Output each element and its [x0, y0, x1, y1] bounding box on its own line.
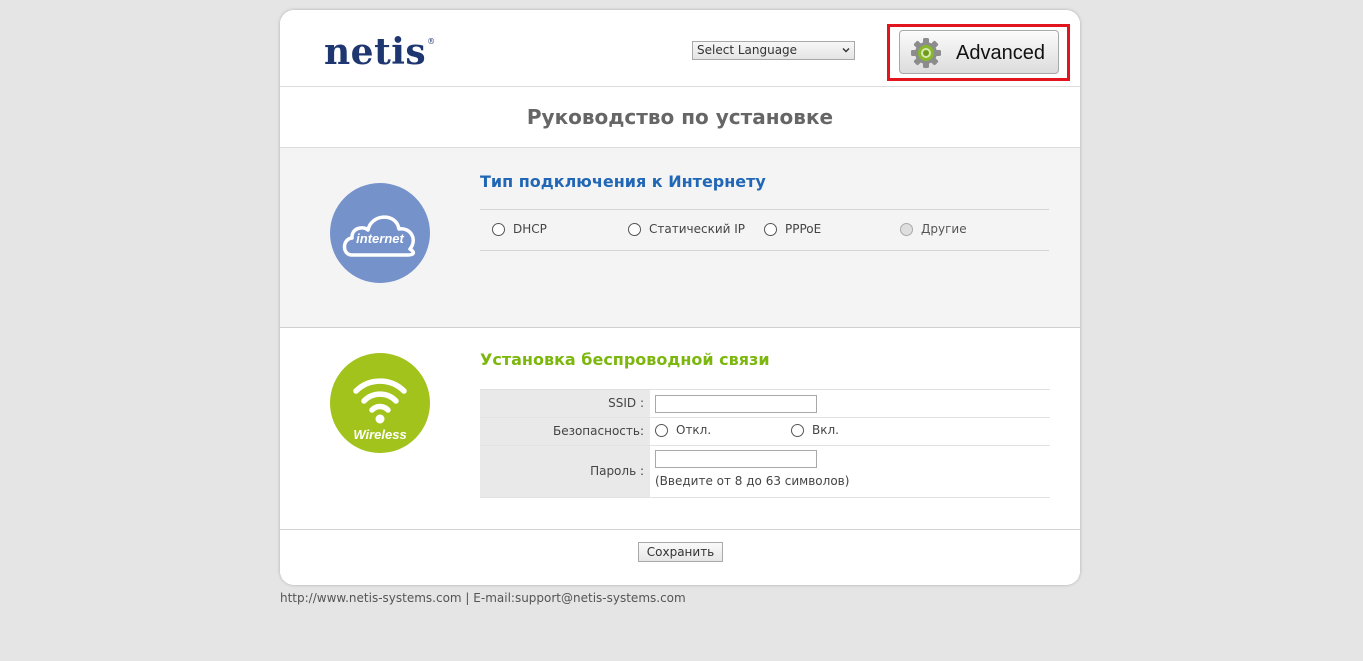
radio-static-ip[interactable]	[628, 223, 641, 236]
netis-logo: netis®	[324, 31, 436, 73]
connection-type-options: DHCP Статический IP PPPoE Другие	[480, 209, 1049, 251]
password-label: Пароль :	[480, 446, 650, 497]
gear-icon	[911, 38, 941, 68]
ssid-label: SSID :	[480, 390, 650, 417]
wireless-badge-label: Wireless	[353, 427, 407, 442]
security-on-label: Вкл.	[812, 423, 839, 437]
security-label: Безопасность:	[480, 418, 650, 445]
wireless-section: Wireless Установка беспроводной связи SS…	[280, 328, 1080, 529]
radio-dhcp[interactable]	[492, 223, 505, 236]
setup-card: netis® Select Language Advanced Руководс…	[280, 10, 1080, 585]
internet-badge-label: internet	[356, 231, 404, 246]
advanced-label: Advanced	[956, 42, 1045, 64]
radio-security-on[interactable]	[791, 424, 804, 437]
wireless-badge: Wireless	[330, 353, 430, 453]
password-row: Пароль : (Введите от 8 до 63 символов)	[480, 446, 1050, 498]
internet-badge: internet	[330, 183, 430, 283]
wireless-section-title: Установка беспроводной связи	[480, 350, 770, 369]
security-row: Безопасность: Откл. Вкл.	[480, 418, 1050, 446]
wireless-settings-table: SSID : Безопасность: Откл. Вкл. Пароль :	[480, 389, 1050, 498]
advanced-button[interactable]: Advanced	[899, 30, 1059, 74]
radio-pppoe[interactable]	[764, 223, 777, 236]
ssid-row: SSID :	[480, 390, 1050, 418]
radio-security-off[interactable]	[655, 424, 668, 437]
header: netis® Select Language Advanced	[280, 10, 1080, 87]
language-select[interactable]: Select Language	[692, 41, 855, 60]
password-input[interactable]	[655, 450, 817, 468]
option-label-dhcp: DHCP	[513, 222, 547, 236]
chevron-down-icon	[842, 48, 850, 53]
page-title: Руководство по установке	[526, 105, 834, 129]
ssid-input[interactable]	[655, 395, 817, 413]
footer-contact: http://www.netis-systems.com | E-mail:su…	[280, 591, 686, 605]
security-off-label: Откл.	[676, 423, 712, 437]
option-label-static-ip: Статический IP	[649, 222, 746, 236]
password-hint: (Введите от 8 до 63 символов)	[655, 474, 850, 488]
radio-other	[900, 223, 913, 236]
option-label-pppoe: PPPoE	[785, 222, 822, 236]
actions-bar: Сохранить	[280, 529, 1080, 585]
internet-section: internet Тип подключения к Интернету DHC…	[280, 147, 1080, 328]
language-select-value: Select Language	[697, 43, 798, 57]
option-label-other: Другие	[921, 222, 967, 236]
save-button[interactable]: Сохранить	[638, 542, 723, 562]
internet-section-title: Тип подключения к Интернету	[480, 172, 766, 191]
